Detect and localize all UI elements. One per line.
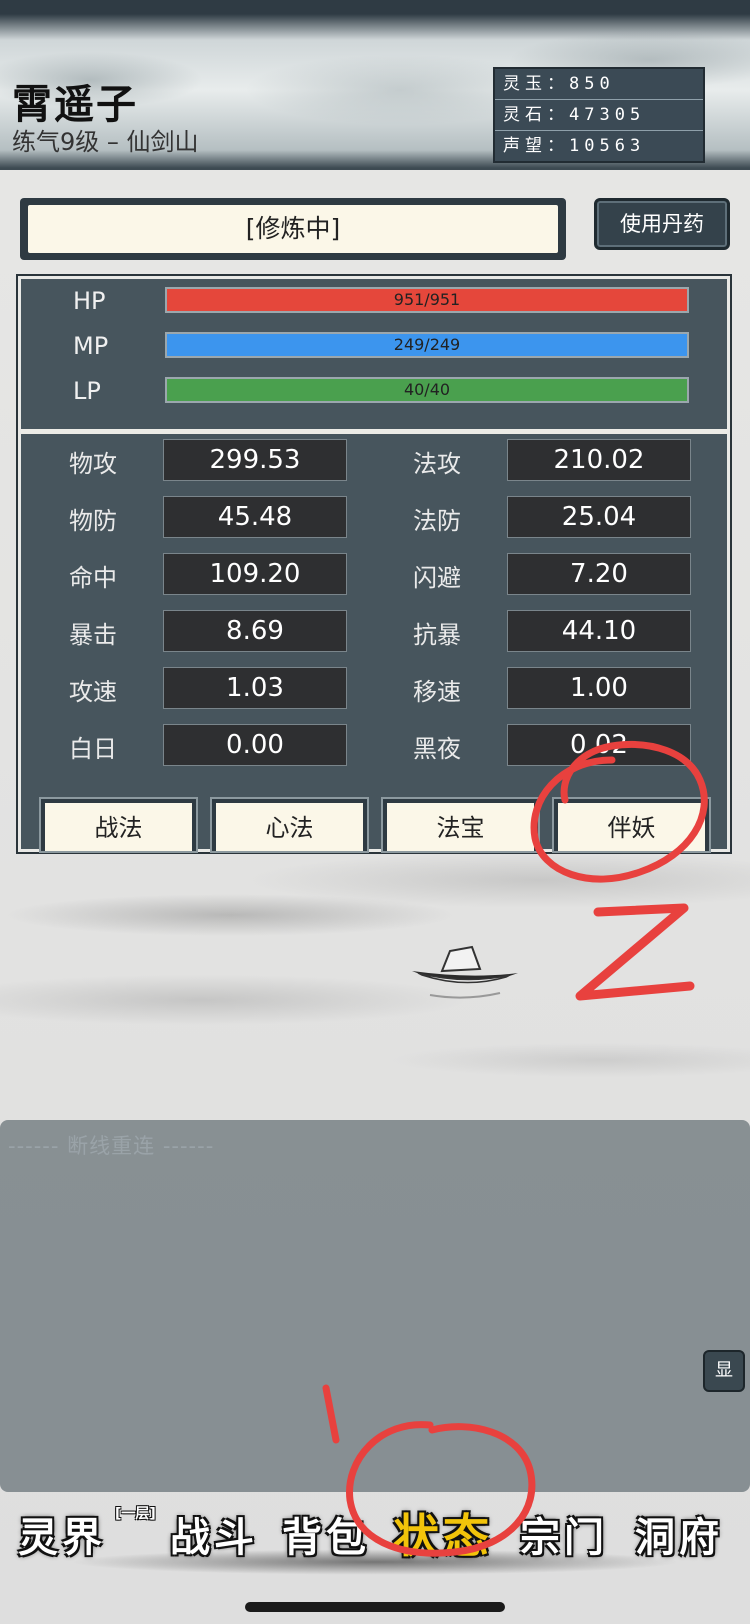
stat-value-mag-def: 25.04 — [507, 496, 691, 538]
nav-status[interactable]: 状态 — [393, 1500, 493, 1566]
stats-panel: HP 951/951 MP 249/249 LP 40/40 物攻 299.53… — [16, 274, 732, 854]
lp-bar: 40/40 — [165, 377, 689, 403]
stat-value-phys-atk: 299.53 — [163, 439, 347, 481]
stat-label-atk-speed: 攻速 — [69, 678, 117, 706]
lp-value: 40/40 — [403, 380, 451, 399]
home-indicator — [245, 1602, 505, 1612]
chat-message: ------ 断线重连 ------ — [8, 1134, 215, 1158]
show-chat-button[interactable]: 显 — [703, 1350, 745, 1392]
stat-value-phys-def: 45.48 — [163, 496, 347, 538]
mp-bar: 249/249 — [165, 332, 689, 358]
stat-value-move-speed: 1.00 — [507, 667, 691, 709]
stat-label-phys-atk: 物攻 — [69, 450, 117, 478]
character-realm-sect: 练气9级 – 仙剑山 — [12, 128, 199, 156]
stat-label-dodge: 闪避 — [413, 564, 461, 592]
stat-label-crit: 暴击 — [69, 621, 117, 649]
resource-lingshi: 灵石：47305 — [495, 100, 703, 131]
tab-mind-skills[interactable]: 心法 — [212, 799, 367, 851]
stat-value-hit: 109.20 — [163, 553, 347, 595]
stat-label-night: 黑夜 — [413, 735, 461, 763]
stat-value-night: 0.02 — [507, 724, 691, 766]
stat-value-crit: 8.69 — [163, 610, 347, 652]
vital-bars: HP 951/951 MP 249/249 LP 40/40 — [21, 279, 727, 429]
stat-label-crit-resist: 抗暴 — [413, 621, 461, 649]
stat-label-phys-def: 物防 — [69, 507, 117, 535]
panel-divider — [21, 429, 727, 434]
stat-value-mag-atk: 210.02 — [507, 439, 691, 481]
status-frame: [修炼中] — [20, 198, 566, 260]
nav-battle[interactable]: 战斗 — [170, 1505, 258, 1563]
nav-sect[interactable]: 宗门 — [520, 1505, 608, 1563]
stat-label-hit: 命中 — [69, 564, 117, 592]
nav-cave[interactable]: 洞府 — [635, 1505, 723, 1563]
nav-realm-badge: [一层] — [115, 1506, 156, 1522]
tab-companion-demon[interactable]: 伴妖 — [554, 799, 709, 851]
hp-label: HP — [73, 287, 106, 315]
stat-label-mag-def: 法防 — [413, 507, 461, 535]
stat-label-day: 白日 — [69, 735, 117, 763]
stat-label-move-speed: 移速 — [413, 678, 461, 706]
status-text: [修炼中] — [28, 205, 558, 253]
resources-box: 灵玉：850 灵石：47305 声望：10563 — [493, 67, 705, 163]
lp-label: LP — [73, 377, 101, 405]
stat-value-atk-speed: 1.03 — [163, 667, 347, 709]
mp-label: MP — [73, 332, 109, 360]
stat-value-crit-resist: 44.10 — [507, 610, 691, 652]
hp-bar: 951/951 — [165, 287, 689, 313]
nav-bag[interactable]: 背包 — [282, 1505, 370, 1563]
tab-treasures[interactable]: 法宝 — [383, 799, 538, 851]
stat-value-dodge: 7.20 — [507, 553, 691, 595]
boat-icon — [412, 945, 518, 999]
resource-lingyu: 灵玉：850 — [495, 69, 703, 100]
hp-value: 951/951 — [393, 290, 461, 309]
use-pill-button[interactable]: 使用丹药 — [594, 198, 730, 250]
nav-spirit-realm[interactable]: 灵界 — [18, 1505, 106, 1563]
stat-label-mag-atk: 法攻 — [413, 450, 461, 478]
chat-panel[interactable]: ------ 断线重连 ------ — [0, 1120, 750, 1492]
resource-shengwang: 声望：10563 — [503, 136, 646, 156]
stat-value-day: 0.00 — [163, 724, 347, 766]
tab-combat-skills[interactable]: 战法 — [41, 799, 196, 851]
mp-value: 249/249 — [393, 335, 461, 354]
